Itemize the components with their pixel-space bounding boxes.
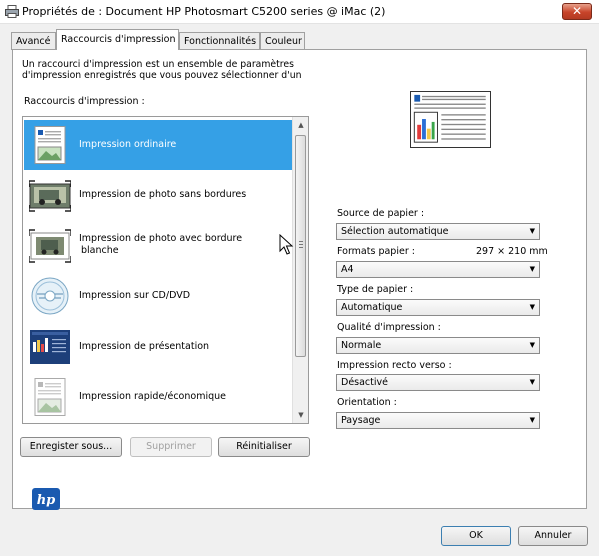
list-item-label: Impression de photo sans bordures [79, 189, 247, 200]
printer-properties-dialog: Propriétés de : Document HP Photosmart C… [0, 0, 599, 556]
list-item-label: Impression de photo avec bordure blanche [79, 233, 284, 257]
list-item[interactable]: Impression sur CD/DVD [24, 271, 292, 321]
document-icon [34, 378, 66, 416]
duplex-select[interactable]: Désactivé ▼ [336, 374, 540, 391]
close-button[interactable]: ✕ [562, 3, 592, 20]
paper-size-value: A4 [341, 264, 354, 275]
mouse-cursor-icon [279, 234, 294, 255]
orientation-label: Orientation : [337, 397, 397, 408]
list-item-label: Impression sur CD/DVD [79, 290, 191, 301]
printer-icon [5, 5, 19, 18]
hp-logo: hp [32, 488, 60, 510]
reset-button[interactable]: Réinitialiser [218, 437, 310, 457]
orientation-select[interactable]: Paysage ▼ [336, 412, 540, 429]
chevron-down-icon: ▼ [529, 341, 535, 349]
paper-source-select[interactable]: Sélection automatique ▼ [336, 223, 540, 240]
tab-raccourcis[interactable]: Raccourcis d'impression [56, 29, 179, 50]
shortcuts-list[interactable]: Impression ordinaire Impression de photo… [22, 116, 309, 424]
window-title: Propriétés de : Document HP Photosmart C… [22, 5, 386, 18]
close-icon: ✕ [571, 4, 583, 18]
paper-size-select[interactable]: A4 ▼ [336, 261, 540, 278]
chevron-down-icon: ▼ [529, 378, 535, 386]
chevron-down-icon: ▼ [529, 227, 535, 235]
list-item[interactable]: Impression de photo avec bordure blanche [24, 220, 292, 270]
grip-line [299, 247, 303, 248]
bordered-photo-icon [29, 229, 71, 263]
paper-size-label: Formats papier : [337, 246, 415, 257]
presentation-icon [30, 330, 70, 364]
document-icon [34, 126, 66, 164]
cd-dvd-icon [31, 277, 69, 315]
print-quality-label: Qualité d'impression : [337, 322, 441, 333]
delete-button[interactable]: Supprimer [130, 437, 212, 457]
scroll-thumb[interactable] [295, 135, 306, 357]
list-item-label-line: blanche [81, 245, 119, 256]
duplex-label: Impression recto verso : [337, 360, 452, 371]
chevron-down-icon: ▼ [529, 416, 535, 424]
hp-logo-text: hp [37, 493, 56, 508]
grip-line [299, 241, 303, 242]
print-quality-value: Normale [341, 340, 382, 351]
tab-fonctionnalites[interactable]: Fonctionnalités [179, 32, 260, 50]
paper-source-value: Sélection automatique [341, 226, 449, 237]
paper-type-select[interactable]: Automatique ▼ [336, 299, 540, 316]
ok-button[interactable]: OK [441, 526, 511, 546]
list-item-label-line: Impression de photo avec bordure [79, 233, 243, 244]
description-text: Un raccourci d'impression est un ensembl… [22, 59, 312, 81]
chevron-down-icon: ▼ [529, 303, 535, 311]
list-item[interactable]: Impression de présentation [24, 322, 292, 372]
paper-type-value: Automatique [341, 302, 403, 313]
page-preview [410, 91, 491, 148]
scroll-up-arrow-icon[interactable]: ▲ [293, 117, 308, 133]
paper-dimensions: 297 × 210 mm [476, 246, 548, 257]
paper-source-label: Source de papier : [337, 208, 425, 219]
description-line: d'impression enregistrés que vous pouvez… [22, 70, 302, 81]
borderless-photo-icon [29, 180, 71, 212]
preview-logo-block [414, 94, 421, 102]
save-as-button[interactable]: Enregister sous... [20, 437, 122, 457]
paper-type-label: Type de papier : [337, 284, 414, 295]
print-quality-select[interactable]: Normale ▼ [336, 337, 540, 354]
list-item[interactable]: Impression de photo sans bordures [24, 170, 292, 220]
description-line: Un raccourci d'impression est un ensembl… [22, 59, 294, 70]
duplex-value: Désactivé [341, 377, 388, 388]
grip-line [299, 244, 303, 245]
cancel-button[interactable]: Annuler [518, 526, 588, 546]
list-item[interactable]: Impression ordinaire [24, 120, 292, 170]
chevron-down-icon: ▼ [529, 265, 535, 273]
title-bar: Propriétés de : Document HP Photosmart C… [0, 0, 599, 24]
list-item[interactable]: Impression rapide/économique [24, 372, 292, 422]
shortcuts-label: Raccourcis d'impression : [24, 96, 145, 107]
list-item-label: Impression de présentation [79, 341, 210, 352]
scroll-down-arrow-icon[interactable]: ▼ [293, 407, 308, 423]
tab-avance[interactable]: Avancé [11, 32, 56, 50]
list-item-label: Impression rapide/économique [79, 391, 226, 402]
tab-couleur[interactable]: Couleur [260, 32, 305, 50]
list-item-label: Impression ordinaire [79, 139, 177, 150]
orientation-value: Paysage [341, 415, 381, 426]
list-scrollbar[interactable]: ▲ ▼ [292, 117, 308, 423]
